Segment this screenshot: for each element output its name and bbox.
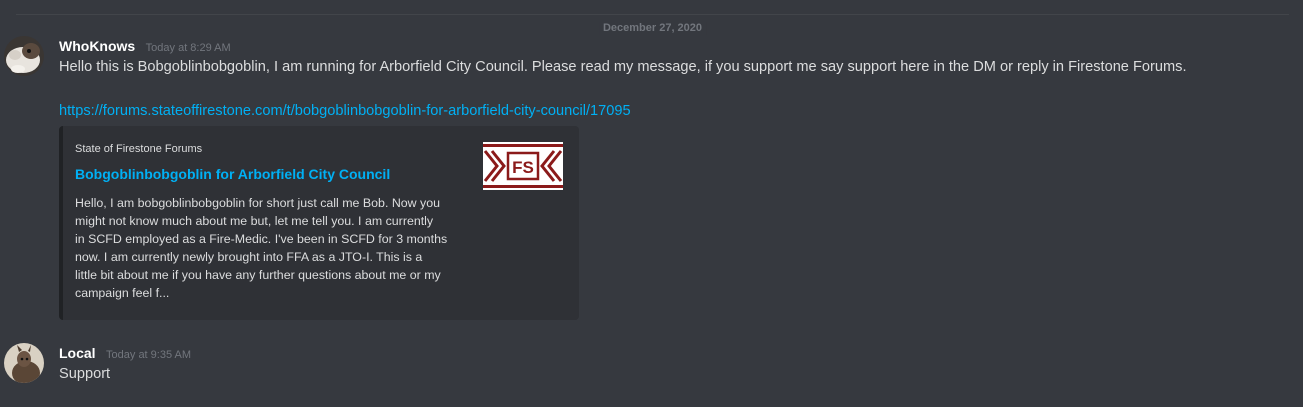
username[interactable]: Local <box>59 345 96 361</box>
embed-thumbnail[interactable]: FS <box>483 142 563 190</box>
avatar[interactable] <box>4 36 44 76</box>
message-text: Hello this is Bobgoblinbobgoblin, I am r… <box>59 59 1187 75</box>
message-timestamp: Today at 9:35 AM <box>106 349 192 361</box>
avatar[interactable] <box>4 343 44 383</box>
embed-provider: State of Firestone Forums <box>75 143 203 155</box>
embed-description-line: little bit about me if you have any furt… <box>75 268 441 282</box>
chat-messages: December 27, 2020 WhoKnows Today at 8:29… <box>0 0 1303 407</box>
embed-description-line: in SCFD employed as a Fire-Medic. I've b… <box>75 232 448 246</box>
embed-description-line: Hello, I am bobgoblinbobgoblin for short… <box>75 196 441 210</box>
embed-thumbnail-logo: FS <box>512 158 534 177</box>
link-embed: State of Firestone Forums Bobgoblinbobgo… <box>59 126 579 320</box>
message-link[interactable]: https://forums.stateoffirestone.com/t/bo… <box>59 100 1287 122</box>
date-divider: December 27, 2020 <box>16 14 1289 35</box>
username[interactable]: WhoKnows <box>59 38 135 54</box>
embed-description-line: now. I am currently newly brought into F… <box>75 250 423 264</box>
message-timestamp: Today at 8:29 AM <box>145 42 231 54</box>
embed-description-line: campaign feel f... <box>75 286 170 300</box>
embed-title-link[interactable]: Bobgoblinbobgoblin for Arborfield City C… <box>75 164 390 184</box>
embed-description: Hello, I am bobgoblinbobgoblin for short… <box>75 194 475 302</box>
date-divider-label: December 27, 2020 <box>598 22 707 35</box>
embed-description-line: might not know much about me but, let me… <box>75 214 434 228</box>
message-text: Support <box>59 366 111 382</box>
